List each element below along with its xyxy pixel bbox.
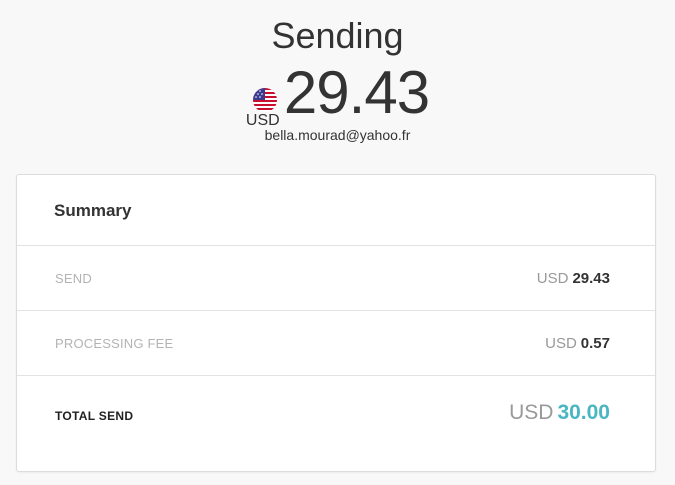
recipient-email: bella.mourad@yahoo.fr [264,127,411,143]
summary-row-total: TOTAL SEND USD 30.00 [17,376,655,454]
amount-display: USD 29.43 [0,59,675,130]
row-value: USD 0.57 [545,335,610,352]
summary-header: Summary [17,175,655,246]
row-label: PROCESSING FEE [55,336,174,351]
total-amount: 30.00 [557,401,610,424]
row-currency: USD [536,270,569,287]
summary-title: Summary [54,201,132,220]
row-amount: 29.43 [572,270,610,287]
summary-row-processing-fee: PROCESSING FEE USD 0.57 [17,311,655,376]
row-value: USD 29.43 [537,270,610,287]
total-currency: USD [509,401,554,424]
summary-row-send: SEND USD 29.43 [17,246,655,311]
page-title: Sending [271,15,404,56]
currency-block: USD [246,74,284,129]
row-label: SEND [55,271,92,286]
row-currency: USD [545,335,577,352]
row-amount: 0.57 [580,335,610,352]
us-flag-icon [252,88,277,112]
summary-card: Summary SEND USD 29.43 PROCESSING FEE USD… [16,174,656,472]
total-label: TOTAL SEND [55,409,134,423]
sending-amount: 29.43 [283,59,430,126]
total-value: USD 30.00 [509,401,610,425]
